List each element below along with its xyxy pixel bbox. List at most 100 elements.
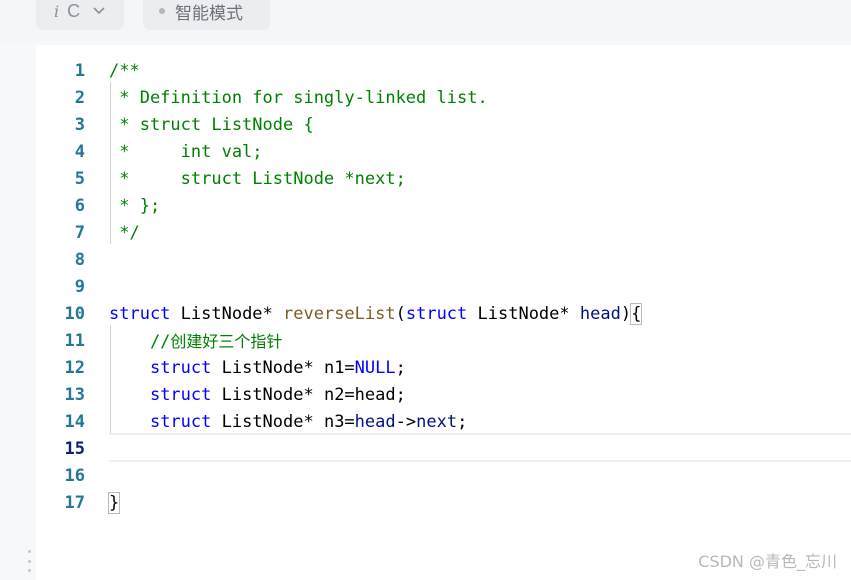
language-select[interactable]: i C (36, 0, 124, 30)
code-token: /** (109, 61, 140, 81)
indent-guide (110, 379, 111, 406)
code-token: * struct ListNode { (109, 115, 314, 135)
indent-guide (110, 325, 111, 352)
code-token: struct (149, 358, 212, 378)
code-text: struct ListNode* reverseList(struct List… (109, 301, 643, 328)
code-token: ) (620, 304, 632, 324)
indent-guide (110, 190, 111, 217)
code-token: struct (149, 412, 212, 432)
indent-guide (110, 217, 111, 244)
line-number: 17 (64, 493, 85, 513)
code-line[interactable]: 9 (36, 271, 851, 298)
code-token: ListNode* n2=head; (211, 385, 406, 405)
code-text: } (107, 490, 121, 517)
indent-guide (110, 136, 111, 163)
code-line[interactable]: 5 * struct ListNode *next; (36, 163, 851, 190)
indent-guide (110, 82, 111, 109)
code-line[interactable]: 7 */ (36, 217, 851, 244)
code-text: * int val; (109, 139, 263, 166)
code-text: * struct ListNode { (109, 112, 314, 139)
mode-dot-icon (159, 8, 165, 14)
code-line[interactable]: 17} (36, 487, 851, 514)
editor-toolbar: i C 智能模式 (0, 0, 851, 42)
code-token: struct (405, 304, 468, 324)
drag-handle-icon[interactable] (28, 550, 32, 572)
code-token: { (630, 303, 643, 325)
line-number: 12 (64, 358, 85, 378)
code-token: -> (395, 412, 417, 432)
code-token: struct (149, 385, 212, 405)
code-editor[interactable]: 1/** 2 * Definition for singly-linked lis… (36, 45, 851, 580)
code-text: /** (109, 58, 140, 85)
line-number: 5 (74, 169, 85, 189)
chevron-down-icon (93, 7, 105, 15)
code-text: //创建好三个指针 (109, 328, 283, 355)
code-token: 创建好三个指针 (170, 332, 283, 351)
code-token: head (354, 412, 396, 432)
code-line[interactable]: 10 struct ListNode* reverseList(struct Li… (36, 298, 851, 325)
code-text: struct ListNode* n2=head; (109, 382, 406, 409)
code-token: } (107, 492, 121, 514)
code-text: struct ListNode* n3=head->next; (109, 409, 467, 436)
line-number: 16 (64, 466, 85, 486)
code-token: ListNode* (467, 304, 580, 324)
code-line[interactable]: 16 (36, 460, 851, 487)
code-token: * int val; (109, 142, 263, 162)
code-line[interactable]: 4 * int val; (36, 136, 851, 163)
indent-guide (110, 163, 111, 190)
code-text: struct ListNode* n1=NULL; (109, 355, 406, 382)
code-token: * Definition for singly-linked list. (109, 88, 488, 108)
code-line[interactable]: 2 * Definition for singly-linked list. (36, 82, 851, 109)
code-token: ; (395, 358, 406, 378)
code-text: * struct ListNode *next; (109, 166, 406, 193)
line-number: 2 (74, 88, 85, 108)
code-line[interactable]: 6 * }; (36, 190, 851, 217)
code-token: ( (395, 304, 406, 324)
language-label: C (67, 0, 81, 21)
line-number: 6 (74, 196, 85, 216)
smart-mode-button[interactable]: 智能模式 (143, 0, 270, 30)
code-token: struct (109, 304, 171, 324)
line-number: 14 (64, 412, 85, 432)
left-gutter (0, 42, 26, 580)
code-text: * Definition for singly-linked list. (109, 85, 488, 112)
info-icon: i (54, 2, 60, 21)
line-number: 8 (74, 250, 85, 270)
mode-label: 智能模式 (175, 3, 243, 24)
code-token: reverseList (283, 304, 396, 324)
code-token: ListNode* n1= (211, 358, 355, 378)
line-number: 13 (64, 385, 85, 405)
code-token: ListNode* n3= (211, 412, 355, 432)
code-text: * }; (109, 193, 160, 220)
code-line[interactable]: 8 (36, 244, 851, 271)
line-number: 4 (74, 142, 85, 162)
line-number: 3 (74, 115, 85, 135)
code-line[interactable]: 13 struct ListNode* n2=head; (36, 379, 851, 406)
code-token: ListNode* (170, 304, 284, 324)
line-number: 1 (74, 61, 85, 81)
code-line[interactable]: 3 * struct ListNode { (36, 109, 851, 136)
code-token: // (109, 332, 171, 352)
watermark: CSDN @青色_忘川 (698, 552, 837, 571)
indent-guide (110, 109, 111, 136)
code-text: */ (109, 220, 140, 247)
code-token: NULL (354, 358, 396, 378)
code-line[interactable]: 15 (36, 433, 851, 462)
code-token: * }; (109, 196, 161, 216)
code-token: head (579, 304, 621, 324)
current-line-highlight (109, 433, 851, 462)
line-number: 15 (64, 439, 85, 459)
indent-guide (110, 406, 111, 433)
indent-guide (110, 352, 111, 379)
code-line[interactable]: 1 /** (36, 55, 851, 82)
code-token: */ (109, 223, 140, 243)
code-token: * struct ListNode *next; (109, 169, 406, 189)
code-line[interactable]: 11 //创建好三个指针 (36, 325, 851, 352)
code-token: next (416, 412, 458, 432)
code-line[interactable]: 14 struct ListNode* n3=head->next; (36, 406, 851, 433)
code-token: ; (457, 412, 468, 432)
code-line[interactable]: 12 struct ListNode* n1=NULL; (36, 352, 851, 379)
